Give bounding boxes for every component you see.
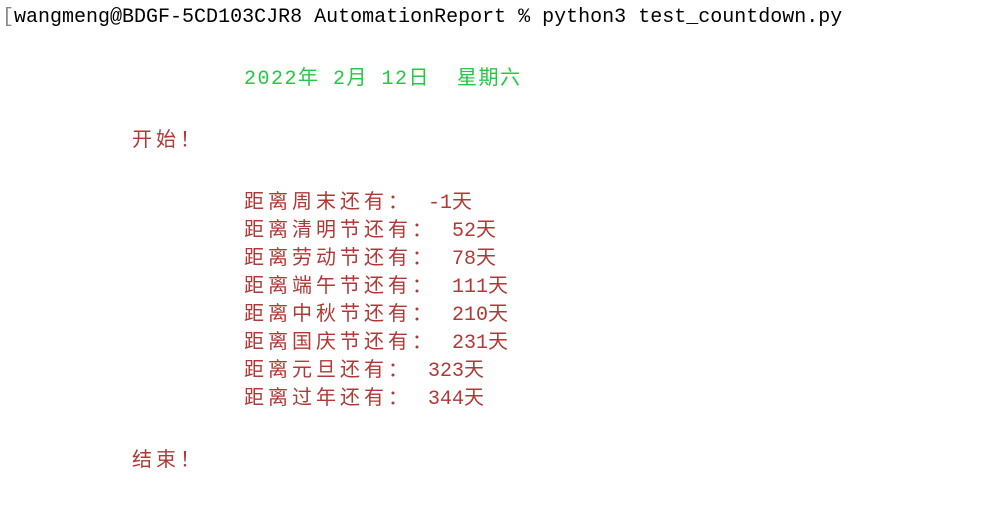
shell-prompt-line: [wangmeng@BDGF-5CD103CJR8 AutomationRepo… — [0, 0, 982, 32]
countdown-days: 323 — [428, 360, 464, 383]
countdown-line: 距离清明节还有： 52天 — [244, 218, 982, 246]
countdown-prefix: 距离 — [244, 248, 292, 271]
countdown-name: 中秋节 — [292, 304, 364, 327]
countdown-line: 距离国庆节还有： 231天 — [244, 330, 982, 358]
countdown-suffix: 还有： — [340, 388, 428, 411]
countdown-line: 距离端午节还有： 111天 — [244, 274, 982, 302]
shell-host: BDGF-5CD103CJR8 — [122, 6, 302, 29]
end-label: 结束！ — [0, 414, 982, 476]
countdown-prefix: 距离 — [244, 360, 292, 383]
countdown-days: 111 — [452, 276, 488, 299]
countdown-prefix: 距离 — [244, 276, 292, 299]
countdown-line: 距离过年还有： 344天 — [244, 386, 982, 414]
countdown-list: 距离周末还有： -1天距离清明节还有： 52天距离劳动节还有： 78天距离端午节… — [0, 156, 982, 414]
countdown-prefix: 距离 — [244, 332, 292, 355]
countdown-name: 清明节 — [292, 220, 364, 243]
countdown-unit: 天 — [476, 248, 500, 271]
shell-prompt-symbol: % — [518, 6, 530, 29]
start-label: 开始！ — [0, 94, 982, 156]
countdown-days: -1 — [428, 192, 452, 215]
countdown-suffix: 还有： — [340, 360, 428, 383]
countdown-suffix: 还有： — [364, 248, 452, 271]
countdown-name: 国庆节 — [292, 332, 364, 355]
countdown-name: 元旦 — [292, 360, 340, 383]
countdown-line: 距离中秋节还有： 210天 — [244, 302, 982, 330]
countdown-line: 距离劳动节还有： 78天 — [244, 246, 982, 274]
countdown-line: 距离元旦还有： 323天 — [244, 358, 982, 386]
countdown-suffix: 还有： — [364, 304, 452, 327]
countdown-unit: 天 — [464, 388, 488, 411]
countdown-days: 231 — [452, 332, 488, 355]
countdown-unit: 天 — [452, 192, 476, 215]
countdown-days: 344 — [428, 388, 464, 411]
countdown-suffix: 还有： — [340, 192, 428, 215]
countdown-suffix: 还有： — [364, 332, 452, 355]
countdown-unit: 天 — [476, 220, 500, 243]
countdown-prefix: 距离 — [244, 388, 292, 411]
shell-user: wangmeng — [14, 6, 110, 29]
countdown-prefix: 距离 — [244, 192, 292, 215]
countdown-name: 周末 — [292, 192, 340, 215]
countdown-name: 端午节 — [292, 276, 364, 299]
countdown-unit: 天 — [464, 360, 488, 383]
countdown-prefix: 距离 — [244, 220, 292, 243]
countdown-unit: 天 — [488, 332, 512, 355]
countdown-days: 78 — [452, 248, 476, 271]
shell-command: python3 test_countdown.py — [542, 6, 842, 29]
countdown-days: 52 — [452, 220, 476, 243]
countdown-name: 过年 — [292, 388, 340, 411]
countdown-suffix: 还有： — [364, 276, 452, 299]
countdown-prefix: 距离 — [244, 304, 292, 327]
countdown-unit: 天 — [488, 276, 512, 299]
countdown-name: 劳动节 — [292, 248, 364, 271]
date-header: 2022年 2月 12日 星期六 — [0, 32, 982, 94]
countdown-unit: 天 — [488, 304, 512, 327]
countdown-days: 210 — [452, 304, 488, 327]
countdown-line: 距离周末还有： -1天 — [244, 190, 982, 218]
bracket-open: [ — [2, 6, 14, 29]
shell-cwd: AutomationReport — [314, 6, 506, 29]
countdown-suffix: 还有： — [364, 220, 452, 243]
